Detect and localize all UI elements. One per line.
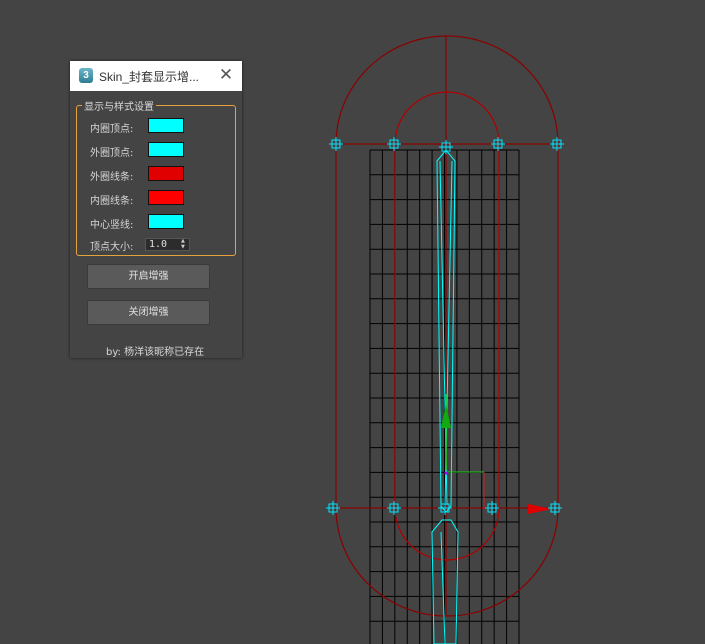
inner-vertex-color-swatch[interactable] <box>148 118 184 133</box>
spinner-arrows-icon[interactable]: ▲ ▼ <box>181 238 187 250</box>
app-logo-icon: 3 <box>79 68 93 83</box>
outer-vertex-color-swatch[interactable] <box>148 142 184 157</box>
outer-line-label: 外圈线条: <box>90 172 134 183</box>
outer-vertex-label: 外圈顶点: <box>90 148 134 159</box>
envelope-display-panel: 3 Skin_封套显示增... ✕ 显示与样式设置 内圈顶点: 外圈顶点: 外圈… <box>70 61 242 358</box>
envelope-vertex-handle[interactable] <box>550 137 564 151</box>
settings-group-title: 显示与样式设置 <box>82 98 156 113</box>
center-line-label: 中心竖线: <box>90 220 134 231</box>
vertex-size-label: 顶点大小: <box>90 242 134 253</box>
close-button[interactable]: ✕ <box>216 65 236 85</box>
inner-line-color-swatch[interactable] <box>148 190 184 205</box>
envelope-vertex-handle[interactable] <box>438 501 452 515</box>
outer-envelope-outline <box>335 35 559 617</box>
author-credit: by: 杨洋该昵称已存在 <box>106 347 205 358</box>
outer-line-color-swatch[interactable] <box>148 166 184 181</box>
envelope-vertex-handle[interactable] <box>329 137 343 151</box>
envelope-vertex-handle[interactable] <box>491 137 505 151</box>
envelope-vertex-handle[interactable] <box>387 501 401 515</box>
gizmo-pivot <box>444 471 448 475</box>
inner-line-label: 内圈线条: <box>90 196 134 207</box>
enable-button[interactable]: 开启增强 <box>87 264 210 289</box>
center-line-color-swatch[interactable] <box>148 214 184 229</box>
gizmo-x-arrow <box>528 504 552 514</box>
envelope-vertex-handle[interactable] <box>485 501 499 515</box>
title-bar[interactable]: 3 Skin_封套显示增... ✕ <box>70 61 242 91</box>
window-title: Skin_封套显示增... <box>99 70 200 84</box>
vertex-size-spinner[interactable]: 1.0 ▲ ▼ <box>145 238 190 251</box>
envelope-vertex-handle[interactable] <box>326 501 340 515</box>
disable-button[interactable]: 关闭增强 <box>87 300 210 325</box>
envelope-vertex-handle[interactable] <box>387 137 401 151</box>
inner-vertex-label: 内圈顶点: <box>90 124 134 135</box>
gizmo-y-arrow <box>441 404 451 428</box>
vertex-size-value[interactable]: 1.0 <box>149 239 167 250</box>
envelope-vertex-handle[interactable] <box>548 501 562 515</box>
gizmo[interactable] <box>441 394 552 514</box>
envelope-vertex-handle[interactable] <box>439 140 453 154</box>
